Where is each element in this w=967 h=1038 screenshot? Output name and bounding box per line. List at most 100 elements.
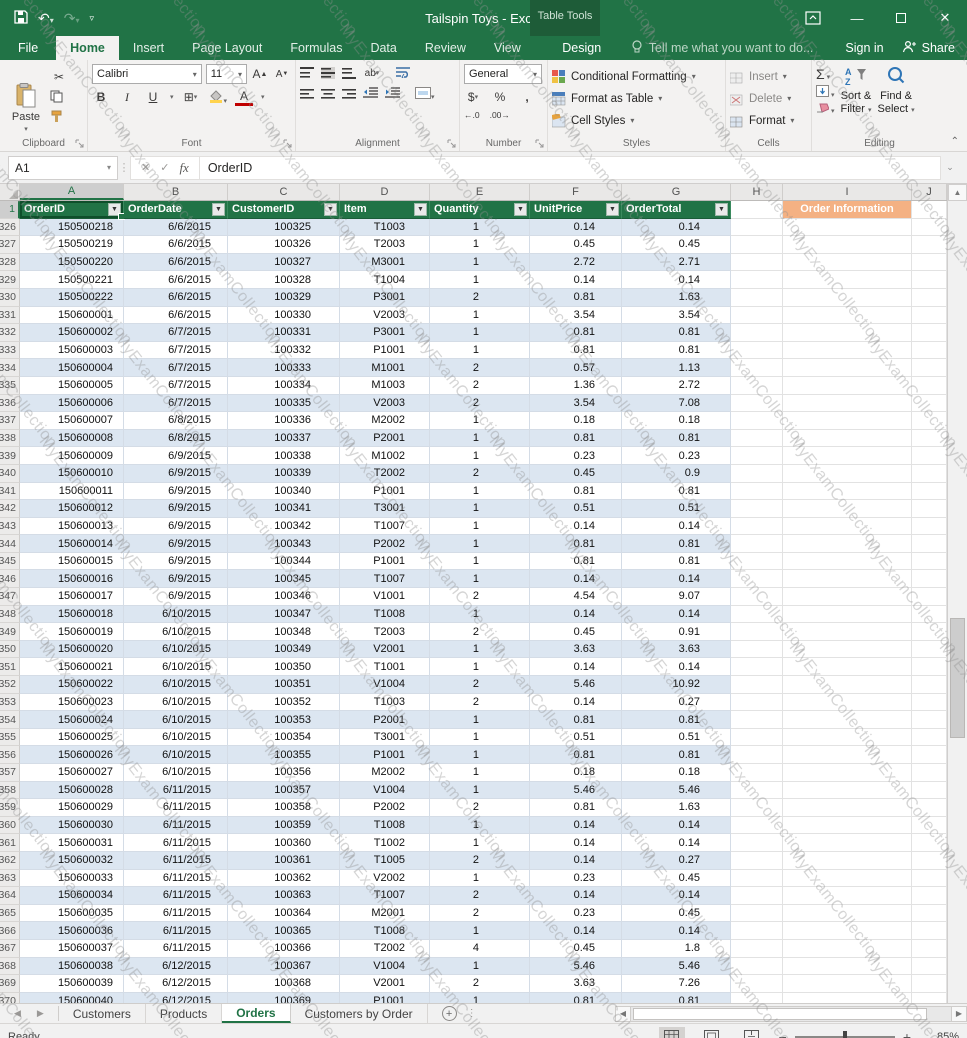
data-cell[interactable]: 100344 <box>228 552 340 571</box>
data-cell[interactable]: 6/6/2015 <box>124 288 228 307</box>
name-box[interactable]: A1 ▾ <box>8 155 118 180</box>
data-cell[interactable]: 6/8/2015 <box>124 429 228 448</box>
data-cell[interactable]: 1 <box>430 253 530 272</box>
empty-cell[interactable] <box>783 376 912 395</box>
data-cell[interactable]: 6/9/2015 <box>124 535 228 553</box>
data-cell[interactable]: 2 <box>430 799 530 817</box>
data-cell[interactable]: P1001 <box>340 482 430 501</box>
data-cell[interactable]: 6/6/2015 <box>124 236 228 254</box>
data-cell[interactable]: 150600027 <box>20 764 124 782</box>
italic-button[interactable]: I <box>118 88 136 106</box>
empty-cell[interactable] <box>783 412 912 430</box>
data-cell[interactable]: 0.14 <box>622 922 731 940</box>
data-cell[interactable]: 100350 <box>228 658 340 677</box>
data-cell[interactable]: T1008 <box>340 816 430 835</box>
data-cell[interactable]: 3.63 <box>530 975 622 993</box>
data-cell[interactable]: 150600023 <box>20 693 124 712</box>
format-painter-icon[interactable] <box>50 110 68 126</box>
sheet-tab-orders[interactable]: Orders <box>222 1004 291 1023</box>
empty-cell[interactable] <box>912 588 947 606</box>
underline-button[interactable]: U <box>144 88 162 106</box>
data-cell[interactable]: 100342 <box>228 517 340 536</box>
data-cell[interactable]: 2 <box>430 693 530 712</box>
empty-cell[interactable] <box>912 640 947 659</box>
data-cell[interactable]: 150600004 <box>20 359 124 377</box>
data-cell[interactable]: 150600014 <box>20 535 124 553</box>
data-cell[interactable]: 2.72 <box>530 253 622 272</box>
data-cell[interactable]: 0.81 <box>530 429 622 448</box>
empty-cell[interactable] <box>783 271 912 289</box>
data-cell[interactable]: P3001 <box>340 324 430 342</box>
row-header-355[interactable]: 355 <box>0 728 20 747</box>
clear-icon[interactable]: ▾ <box>816 103 834 116</box>
format-as-table-button[interactable]: Format as Table ▾ <box>551 88 721 109</box>
minimize-button[interactable]: — <box>835 0 879 36</box>
row-header-356[interactable]: 356 <box>0 746 20 764</box>
data-cell[interactable]: 150600007 <box>20 412 124 430</box>
data-cell[interactable]: 100354 <box>228 728 340 747</box>
header-cell-orderid[interactable]: OrderID ▼ <box>20 201 125 220</box>
formula-input[interactable]: OrderID <box>199 155 941 180</box>
row-header-365[interactable]: 365 <box>0 904 20 923</box>
data-cell[interactable]: 1 <box>430 640 530 659</box>
data-cell[interactable]: T1008 <box>340 922 430 940</box>
data-cell[interactable]: 100360 <box>228 834 340 852</box>
empty-cell[interactable] <box>783 904 912 923</box>
share-button[interactable]: Share <box>902 40 955 56</box>
empty-cell[interactable] <box>912 711 947 729</box>
align-right-icon[interactable] <box>342 88 356 101</box>
row-header-347[interactable]: 347 <box>0 588 20 606</box>
empty-cell[interactable] <box>912 412 947 430</box>
data-cell[interactable]: 2.71 <box>622 253 731 272</box>
empty-cell[interactable] <box>912 341 947 360</box>
data-cell[interactable]: T1003 <box>340 693 430 712</box>
data-cell[interactable]: V1004 <box>340 781 430 800</box>
data-cell[interactable]: M2001 <box>340 904 430 923</box>
alignment-dialog-launcher-icon[interactable] <box>447 139 457 149</box>
horizontal-scroll-track[interactable] <box>631 1005 951 1022</box>
data-cell[interactable]: 6/6/2015 <box>124 218 228 237</box>
row-header-333[interactable]: 333 <box>0 341 20 360</box>
data-cell[interactable]: 0.9 <box>622 464 731 483</box>
data-cell[interactable]: 0.51 <box>622 728 731 747</box>
empty-cell[interactable] <box>783 464 912 483</box>
empty-cell[interactable] <box>783 922 912 940</box>
data-cell[interactable]: 6/9/2015 <box>124 482 228 501</box>
empty-cell[interactable] <box>731 851 783 870</box>
data-cell[interactable]: 6/11/2015 <box>124 781 228 800</box>
filter-dropdown-icon[interactable]: ▼ <box>715 203 728 216</box>
data-cell[interactable]: 150600016 <box>20 570 124 589</box>
empty-cell[interactable] <box>731 869 783 888</box>
data-cell[interactable]: 6/10/2015 <box>124 640 228 659</box>
data-cell[interactable]: 2 <box>430 887 530 905</box>
header-cell-customerid[interactable]: CustomerID ▼ <box>228 201 340 219</box>
data-cell[interactable]: T1001 <box>340 658 430 677</box>
data-cell[interactable]: 0.45 <box>622 869 731 888</box>
empty-cell[interactable] <box>783 429 912 448</box>
empty-cell[interactable] <box>783 394 912 413</box>
data-cell[interactable]: 0.14 <box>530 271 622 289</box>
column-header-H[interactable]: H <box>731 184 783 200</box>
data-cell[interactable]: 1 <box>430 605 530 624</box>
empty-cell[interactable] <box>783 764 912 782</box>
data-cell[interactable]: 4 <box>430 939 530 958</box>
wrap-text-icon[interactable] <box>396 66 411 81</box>
vertical-scroll-track[interactable] <box>948 201 967 1003</box>
data-cell[interactable]: 0.23 <box>530 904 622 923</box>
data-cell[interactable]: 1 <box>430 341 530 360</box>
row-header-342[interactable]: 342 <box>0 500 20 518</box>
empty-cell[interactable] <box>783 957 912 976</box>
row-header-336[interactable]: 336 <box>0 394 20 413</box>
data-cell[interactable]: P2001 <box>340 429 430 448</box>
data-cell[interactable]: 6/9/2015 <box>124 500 228 518</box>
data-cell[interactable]: 0.81 <box>622 992 731 1003</box>
data-cell[interactable]: 150600036 <box>20 922 124 940</box>
sheet-tab-customers-by-order[interactable]: Customers by Order <box>291 1004 428 1023</box>
empty-cell[interactable] <box>783 552 912 571</box>
data-cell[interactable]: M2002 <box>340 412 430 430</box>
data-cell[interactable]: 1 <box>430 517 530 536</box>
data-cell[interactable]: 0.81 <box>622 711 731 729</box>
data-cell[interactable]: 150600039 <box>20 975 124 993</box>
bold-button[interactable]: B <box>92 88 110 106</box>
data-cell[interactable]: 2 <box>430 676 530 694</box>
